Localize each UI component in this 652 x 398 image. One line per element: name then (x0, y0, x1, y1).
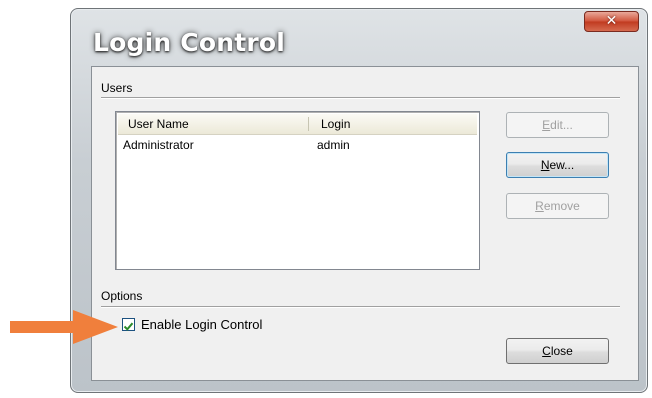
arrow-right-icon (10, 310, 118, 344)
users-group-label: Users (101, 81, 133, 95)
users-group-divider (101, 97, 620, 99)
column-separator[interactable] (308, 117, 309, 131)
column-header-login[interactable]: Login (321, 114, 350, 134)
users-list-header: User Name Login (118, 114, 477, 135)
new-button[interactable]: New... (506, 152, 609, 178)
edit-button[interactable]: Edit... (506, 112, 609, 138)
window-title: Login Control (93, 28, 286, 57)
close-icon: ✕ (605, 13, 618, 29)
close-button[interactable]: Close (506, 338, 609, 364)
users-list[interactable]: User Name Login Administrator admin (115, 111, 480, 270)
checkmark-icon (123, 322, 134, 331)
column-header-user-name[interactable]: User Name (128, 114, 189, 134)
enable-login-control-checkbox[interactable] (122, 318, 135, 331)
user-row-login[interactable]: admin (317, 138, 350, 152)
remove-button[interactable]: Remove (506, 193, 609, 219)
user-row-user-name[interactable]: Administrator (123, 138, 194, 152)
close-window-button[interactable]: ✕ (584, 11, 639, 32)
options-group-label: Options (101, 289, 143, 303)
options-group-divider (101, 306, 620, 308)
enable-login-control-label[interactable]: Enable Login Control (141, 317, 262, 332)
